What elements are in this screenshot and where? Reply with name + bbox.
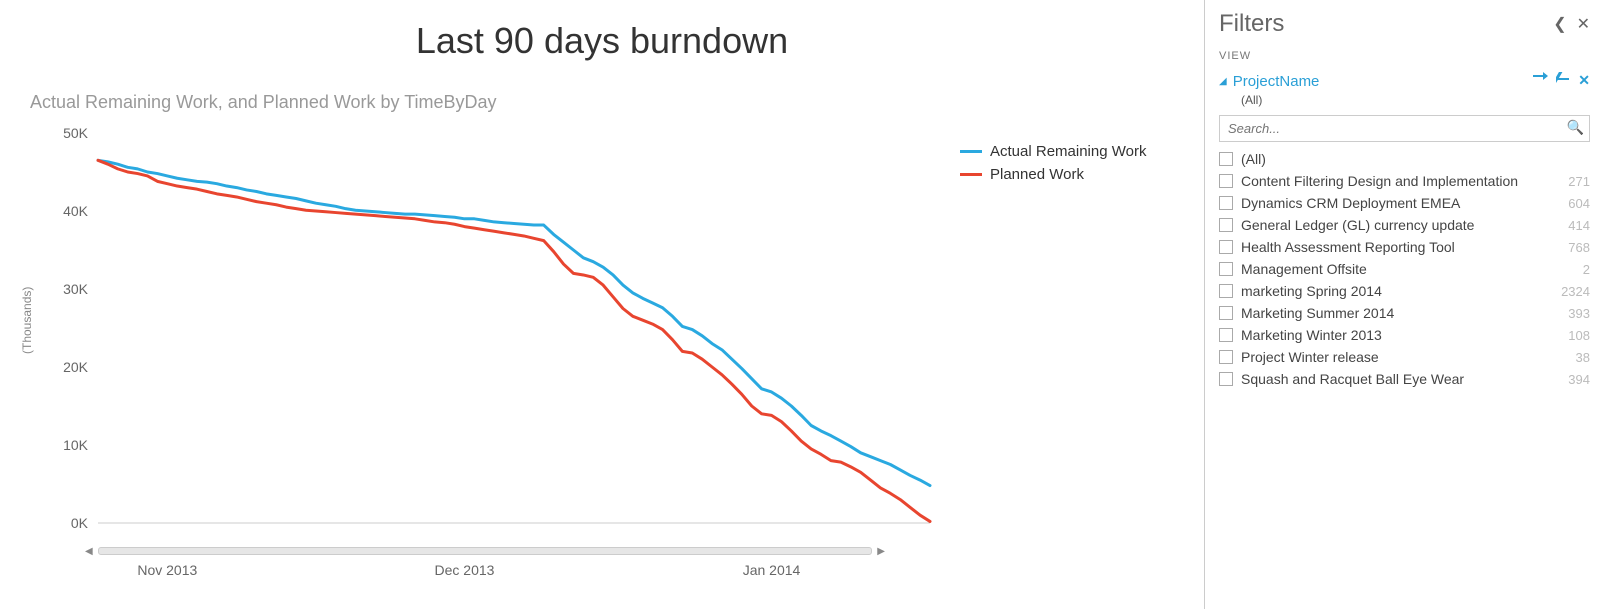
svg-text:Dec 2013: Dec 2013 [435, 562, 495, 578]
scroll-right-icon[interactable]: ▶ [877, 546, 885, 557]
filter-option-count: 38 [1576, 350, 1590, 365]
filter-option-count: 2324 [1561, 284, 1590, 299]
remove-filter-icon[interactable]: ✕ [1578, 72, 1590, 91]
legend-label-actual: Actual Remaining Work [990, 143, 1146, 160]
filter-option[interactable]: Dynamics CRM Deployment EMEA 604 [1219, 192, 1590, 214]
filter-checkbox[interactable] [1219, 196, 1233, 210]
filter-option-count: 2 [1583, 262, 1590, 277]
expand-triangle-icon: ◢ [1219, 76, 1227, 87]
filter-option-label: (All) [1241, 151, 1266, 167]
collapse-icon[interactable]: ❮ [1553, 14, 1566, 34]
svg-text:0K: 0K [71, 515, 89, 531]
filter-checkbox[interactable] [1219, 262, 1233, 276]
filter-option-label: Dynamics CRM Deployment EMEA [1241, 195, 1460, 211]
filter-option[interactable]: Squash and Racquet Ball Eye Wear 394 [1219, 368, 1590, 390]
filter-checkbox[interactable] [1219, 372, 1233, 386]
filter-option-count: 108 [1568, 328, 1590, 343]
filter-option-label: Squash and Racquet Ball Eye Wear [1241, 371, 1464, 387]
filter-option-label: marketing Spring 2014 [1241, 283, 1382, 299]
legend-item-planned[interactable]: Planned Work [960, 166, 1146, 183]
legend-label-planned: Planned Work [990, 166, 1084, 183]
filter-checkbox[interactable] [1219, 328, 1233, 342]
filter-options-list: (All) Content Filtering Design and Implem… [1219, 148, 1590, 390]
filter-option-label: Marketing Summer 2014 [1241, 305, 1394, 321]
chart-area: Last 90 days burndown Actual Remaining W… [0, 0, 1204, 609]
legend-swatch-planned [960, 173, 982, 176]
filter-option-label: Project Winter release [1241, 349, 1379, 365]
filter-option[interactable]: marketing Spring 2014 2324 [1219, 280, 1590, 302]
svg-text:Nov 2013: Nov 2013 [137, 562, 197, 578]
filter-current-selection: (All) [1241, 93, 1590, 107]
svg-text:10K: 10K [63, 437, 89, 453]
filter-option-label: General Ledger (GL) currency update [1241, 217, 1474, 233]
scroll-left-icon[interactable]: ◀ [85, 546, 93, 557]
filter-field-projectname[interactable]: ◢ ProjectName [1219, 73, 1319, 90]
chart-legend: Actual Remaining Work Planned Work [940, 123, 1146, 543]
close-icon[interactable]: ✕ [1577, 14, 1590, 34]
filter-field-label: ProjectName [1233, 73, 1320, 90]
filters-panel: Filters ❮ ✕ VIEW ◢ ProjectName ✕ (All) 🔍… [1204, 0, 1604, 609]
filter-option[interactable]: (All) [1219, 148, 1590, 170]
search-icon[interactable]: 🔍 [1567, 119, 1584, 136]
filter-option[interactable]: Health Assessment Reporting Tool 768 [1219, 236, 1590, 258]
filter-option[interactable]: Content Filtering Design and Implementat… [1219, 170, 1590, 192]
chart-subtitle: Actual Remaining Work, and Planned Work … [30, 92, 1174, 113]
filter-option-count: 604 [1568, 196, 1590, 211]
filter-option[interactable]: Management Offsite 2 [1219, 258, 1590, 280]
filters-section-label: VIEW [1219, 50, 1590, 62]
filter-option-count: 393 [1568, 306, 1590, 321]
filter-option-count: 394 [1568, 372, 1590, 387]
filter-checkbox[interactable] [1219, 240, 1233, 254]
svg-text:30K: 30K [63, 281, 89, 297]
filter-option[interactable]: General Ledger (GL) currency update 414 [1219, 214, 1590, 236]
filter-option-label: Management Offsite [1241, 261, 1367, 277]
filter-option-label: Health Assessment Reporting Tool [1241, 239, 1455, 255]
filter-checkbox[interactable] [1219, 306, 1233, 320]
legend-swatch-actual [960, 150, 982, 153]
x-axis-labels: Nov 2013 Dec 2013 Jan 2014 [30, 555, 940, 585]
filter-search-input[interactable] [1219, 115, 1590, 142]
filter-checkbox[interactable] [1219, 284, 1233, 298]
apply-filter-icon[interactable] [1532, 72, 1548, 91]
filter-option[interactable]: Marketing Winter 2013 108 [1219, 324, 1590, 346]
filter-checkbox[interactable] [1219, 218, 1233, 232]
filter-checkbox[interactable] [1219, 350, 1233, 364]
svg-text:Jan 2014: Jan 2014 [743, 562, 801, 578]
svg-text:40K: 40K [63, 203, 89, 219]
burndown-line-chart: 0K 10K 20K 30K 40K 50K [30, 123, 940, 543]
filter-option-label: Marketing Winter 2013 [1241, 327, 1382, 343]
filters-panel-title: Filters [1219, 10, 1284, 38]
svg-text:20K: 20K [63, 359, 89, 375]
chart-title: Last 90 days burndown [30, 20, 1174, 62]
filter-checkbox[interactable] [1219, 152, 1233, 166]
legend-item-actual[interactable]: Actual Remaining Work [960, 143, 1146, 160]
filter-option-count: 768 [1568, 240, 1590, 255]
svg-text:50K: 50K [63, 125, 89, 141]
filter-option[interactable]: Marketing Summer 2014 393 [1219, 302, 1590, 324]
y-axis-title: (Thousands) [20, 287, 34, 354]
clear-filter-icon[interactable] [1556, 72, 1570, 91]
filter-option[interactable]: Project Winter release 38 [1219, 346, 1590, 368]
x-axis-scrollbar[interactable]: ◀ ▶ [98, 547, 872, 555]
filter-option-count: 414 [1568, 218, 1590, 233]
filter-option-label: Content Filtering Design and Implementat… [1241, 173, 1518, 189]
filter-option-count: 271 [1568, 174, 1590, 189]
filter-checkbox[interactable] [1219, 174, 1233, 188]
